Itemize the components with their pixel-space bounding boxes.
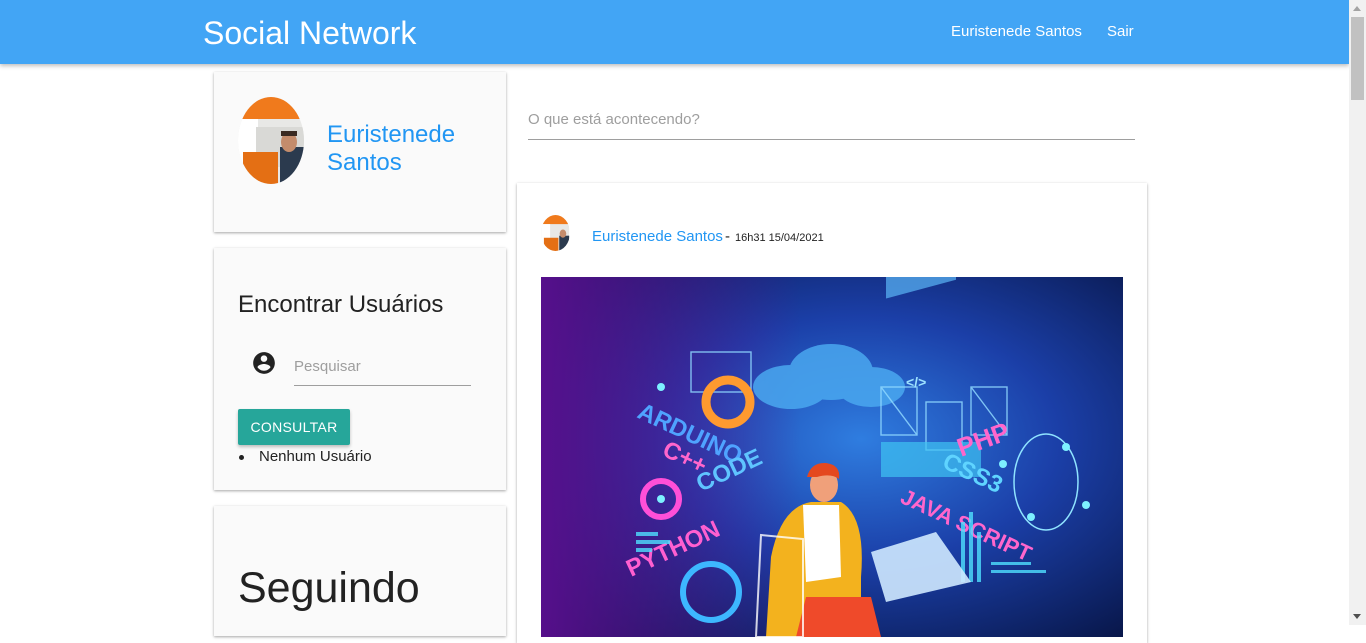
- post-timestamp: 16h31 15/04/2021: [735, 232, 824, 244]
- find-users-title: Encontrar Usuários: [238, 291, 444, 318]
- list-item: Nenhum Usuário: [238, 448, 372, 466]
- find-users-card: Encontrar Usuários CONSULTAR Nenhum Usuá…: [214, 248, 506, 490]
- nav-user-link[interactable]: Euristenede Santos: [951, 23, 1082, 41]
- scrollbar-thumb[interactable]: [1351, 17, 1364, 100]
- profile-name-link[interactable]: Euristenede Santos: [327, 121, 497, 177]
- post-card: Euristenede Santos - 16h31 15/04/2021 AR…: [517, 183, 1147, 643]
- image-label-code-tag: </>: [906, 374, 926, 390]
- post-image[interactable]: ARDUINO C++ CODE PYTHON PHP CSS3 JAVA SC…: [541, 277, 1123, 637]
- search-results-list: Nenhum Usuário: [238, 448, 372, 466]
- profile-card: Euristenede Santos: [214, 72, 506, 232]
- account-circle-icon: [253, 352, 275, 374]
- logout-link[interactable]: Sair: [1107, 23, 1134, 41]
- post-separator: -: [725, 228, 730, 245]
- post-author-link[interactable]: Euristenede Santos: [592, 228, 723, 246]
- search-users-input[interactable]: [294, 348, 471, 386]
- scroll-down-arrow-icon[interactable]: [1349, 608, 1366, 625]
- consult-button[interactable]: CONSULTAR: [238, 409, 350, 445]
- following-title: Seguindo: [238, 564, 420, 612]
- post-author-avatar[interactable]: [541, 215, 570, 251]
- post-composer-input[interactable]: [528, 100, 1135, 140]
- scroll-up-arrow-icon[interactable]: [1349, 0, 1366, 17]
- profile-avatar[interactable]: [238, 97, 304, 184]
- page-scrollbar[interactable]: [1349, 0, 1366, 625]
- brand-logo[interactable]: Social Network: [203, 14, 416, 52]
- following-card: Seguindo: [214, 506, 506, 636]
- top-navbar: Social Network Euristenede Santos Sair: [0, 0, 1349, 64]
